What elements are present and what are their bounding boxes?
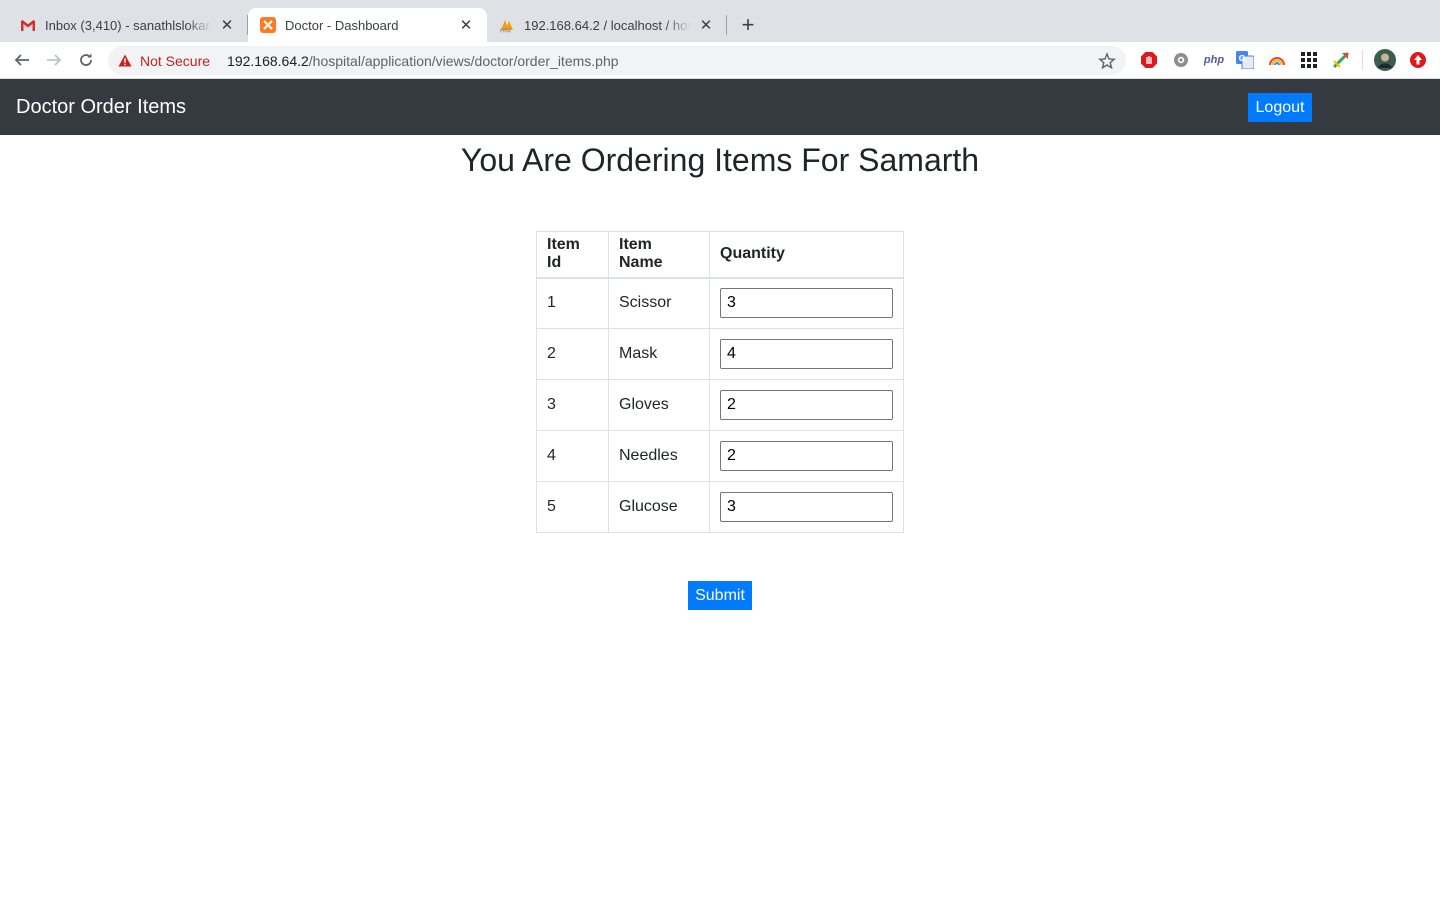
table-row: 5 Glucose	[536, 481, 904, 533]
profile-avatar[interactable]	[1374, 49, 1396, 71]
close-tab-icon[interactable]: ✕	[697, 16, 715, 34]
url-path: /hospital/application/views/doctor/order…	[308, 52, 619, 69]
item-name-cell: Mask	[608, 328, 710, 380]
table-row: 1 Scissor	[536, 277, 904, 329]
item-id-cell: 5	[536, 481, 609, 533]
table-row: 3 Gloves	[536, 379, 904, 431]
quantity-input[interactable]	[720, 492, 893, 522]
table-row: 4 Needles	[536, 430, 904, 482]
translate-icon[interactable]: G	[1235, 50, 1255, 70]
phpmyadmin-icon: PMA	[499, 17, 515, 33]
address-bar[interactable]: Not Secure 192.168.64.2/hospital/applica…	[108, 46, 1126, 75]
back-arrow-icon[interactable]	[10, 48, 34, 72]
update-icon[interactable]	[1408, 50, 1428, 70]
app-navbar: Doctor Order Items Logout	[0, 79, 1440, 135]
column-header-item-id: Item Id	[536, 231, 609, 279]
close-tab-icon[interactable]: ✕	[218, 16, 236, 34]
tab-title: 192.168.64.2 / localhost / hospital	[524, 17, 691, 33]
quantity-input[interactable]	[720, 339, 893, 369]
close-tab-icon[interactable]: ✕	[457, 16, 475, 34]
gmail-icon	[20, 17, 36, 33]
svg-text:G: G	[1239, 54, 1246, 63]
item-name-cell: Glucose	[608, 481, 710, 533]
security-indicator[interactable]: Not Secure	[118, 53, 210, 69]
tab-doctor-dashboard[interactable]: Doctor - Dashboard ✕	[248, 8, 487, 42]
column-header-item-name: Item Name	[608, 231, 710, 279]
item-id-cell: 1	[536, 277, 609, 329]
warning-triangle-icon	[118, 54, 132, 67]
quantity-input[interactable]	[720, 288, 893, 319]
tab-gmail-inbox[interactable]: Inbox (3,410) - sanathlslokanath ✕	[8, 8, 248, 42]
grid-icon[interactable]	[1299, 50, 1319, 70]
table-header-row: Item Id Item Name Quantity	[536, 231, 904, 279]
item-id-cell: 3	[536, 379, 609, 431]
php-icon[interactable]: php	[1203, 50, 1225, 70]
url-text: 192.168.64.2/hospital/application/views/…	[227, 53, 618, 69]
adblock-icon[interactable]	[1139, 50, 1159, 70]
settings-extension-icon[interactable]	[1171, 50, 1191, 70]
new-tab-icon[interactable]: +	[736, 12, 760, 37]
navbar-brand[interactable]: Doctor Order Items	[16, 95, 186, 119]
item-name-cell: Scissor	[608, 277, 710, 329]
arrow-extension-icon[interactable]	[1331, 50, 1351, 70]
url-host: 192.168.64.2	[227, 52, 309, 69]
order-items-table: Item Id Item Name Quantity 1 Scissor 2 M…	[536, 231, 904, 533]
logout-button[interactable]: Logout	[1248, 93, 1312, 122]
quantity-cell	[709, 430, 904, 482]
quantity-cell	[709, 481, 904, 533]
quantity-input[interactable]	[720, 390, 893, 420]
item-id-cell: 4	[536, 430, 609, 482]
column-header-quantity: Quantity	[709, 231, 904, 279]
quantity-cell	[709, 379, 904, 431]
rainbow-icon[interactable]	[1267, 50, 1287, 70]
item-id-cell: 2	[536, 328, 609, 380]
submit-button[interactable]: Submit	[688, 581, 752, 610]
browser-tab-strip: Inbox (3,410) - sanathlslokanath ✕ Docto…	[0, 0, 1440, 42]
xampp-icon	[260, 17, 276, 33]
reload-icon[interactable]	[74, 48, 98, 72]
not-secure-label: Not Secure	[140, 52, 211, 69]
page-title: You Are Ordering Items For Samarth	[460, 142, 980, 178]
item-name-cell: Needles	[608, 430, 710, 482]
tab-title: Inbox (3,410) - sanathlslokanath	[45, 17, 212, 33]
forward-arrow-icon[interactable]	[42, 48, 66, 72]
tab-phpmyadmin[interactable]: PMA 192.168.64.2 / localhost / hospital …	[487, 8, 727, 42]
item-name-cell: Gloves	[608, 379, 710, 431]
table-row: 2 Mask	[536, 328, 904, 380]
browser-toolbar: Not Secure 192.168.64.2/hospital/applica…	[0, 42, 1440, 79]
tab-separator	[726, 15, 727, 35]
bookmark-star-icon[interactable]	[1097, 52, 1117, 70]
extension-separator	[1362, 50, 1363, 70]
svg-text:PMA: PMA	[500, 29, 511, 34]
quantity-cell	[709, 277, 904, 329]
quantity-cell	[709, 328, 904, 380]
tab-title: Doctor - Dashboard	[285, 17, 399, 33]
quantity-input[interactable]	[720, 441, 893, 471]
